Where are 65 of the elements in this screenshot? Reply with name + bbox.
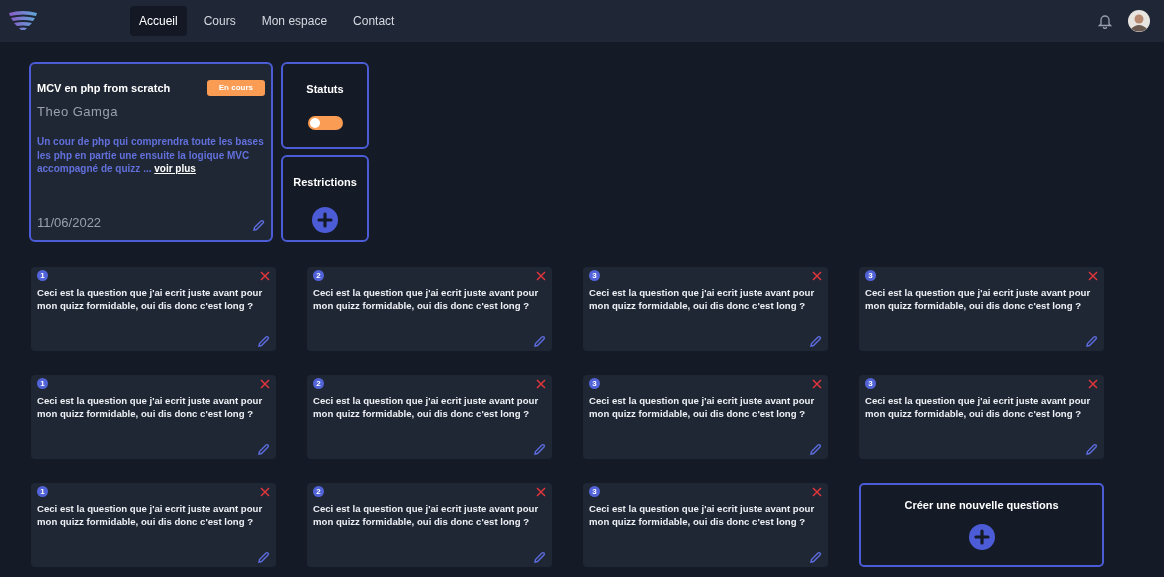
pencil-icon[interactable] [252, 219, 265, 232]
question-number: 1 [37, 270, 48, 281]
question-text: Ceci est la question que j'ai ecrit juste avant pour mon quizz formidable, oui dis donc c'est long ? [37, 502, 264, 528]
nav-link[interactable]: Contact [344, 6, 404, 36]
pencil-icon[interactable] [257, 335, 270, 348]
new-question-card[interactable]: Créer une nouvelle questions [859, 483, 1104, 567]
course-title: MCV en php from scratch [37, 81, 171, 96]
add-icon[interactable] [312, 206, 338, 233]
close-icon[interactable] [812, 378, 822, 389]
question-number: 3 [589, 270, 600, 281]
pencil-icon[interactable] [257, 443, 270, 456]
question-number: 3 [865, 378, 876, 389]
question-text: Ceci est la question que j'ai ecrit juste avant pour mon quizz formidable, oui dis donc c'est long ? [589, 502, 816, 528]
question-number: 2 [313, 486, 324, 497]
course-date: 11/06/2022 [37, 213, 102, 232]
logo-icon [8, 11, 38, 31]
question-number: 3 [865, 270, 876, 281]
pencil-icon[interactable] [1085, 443, 1098, 456]
question-number: 2 [313, 270, 324, 281]
pencil-icon[interactable] [533, 335, 546, 348]
question-text: Ceci est la question que j'ai ecrit juste avant pour mon quizz formidable, oui dis donc c'est long ? [589, 286, 816, 312]
close-icon[interactable] [536, 270, 546, 281]
question-text: Ceci est la question que j'ai ecrit juste avant pour mon quizz formidable, oui dis donc c'est long ? [313, 394, 540, 420]
question-text: Ceci est la question que j'ai ecrit juste avant pour mon quizz formidable, oui dis donc c'est long ? [865, 286, 1092, 312]
pencil-icon[interactable] [533, 551, 546, 564]
card-title: Restrictions [293, 175, 357, 190]
bell-icon[interactable] [1098, 13, 1112, 29]
question-number: 1 [37, 486, 48, 497]
close-icon[interactable] [260, 486, 270, 497]
course-description: Un cour de php qui comprendra toute les bases les php en partie une ensuite la logique MVC accompagné de quizz ... voir plus [37, 135, 265, 176]
close-icon[interactable] [1088, 378, 1098, 389]
close-icon[interactable] [260, 378, 270, 389]
pencil-icon[interactable] [533, 443, 546, 456]
question-text: Ceci est la question que j'ai ecrit juste avant pour mon quizz formidable, oui dis donc c'est long ? [37, 394, 264, 420]
pencil-icon[interactable] [809, 443, 822, 456]
question-number: 3 [589, 486, 600, 497]
nav-link[interactable]: Mon espace [252, 6, 337, 36]
add-icon[interactable] [968, 523, 995, 550]
close-icon[interactable] [812, 486, 822, 497]
nav-link[interactable]: Accueil [130, 6, 187, 36]
question-number: 2 [313, 378, 324, 389]
pencil-icon[interactable] [257, 551, 270, 564]
card-title: Créer une nouvelle questions [904, 498, 1059, 513]
question-text: Ceci est la question que j'ai ecrit juste avant pour mon quizz formidable, oui dis donc c'est long ? [313, 286, 540, 312]
question-text: Ceci est la question que j'ai ecrit juste avant pour mon quizz formidable, oui dis donc c'est long ? [589, 394, 816, 420]
question-number: 1 [37, 378, 48, 389]
nav-link[interactable]: Cours [194, 6, 245, 36]
close-icon[interactable] [812, 270, 822, 281]
close-icon[interactable] [1088, 270, 1098, 281]
pencil-icon[interactable] [1085, 335, 1098, 348]
question-text: Ceci est la question que j'ai ecrit juste avant pour mon quizz formidable, oui dis donc c'est long ? [865, 394, 1092, 420]
status-badge: En cours [206, 80, 265, 97]
card-title: Statuts [306, 82, 344, 97]
avatar-icon[interactable] [1128, 10, 1150, 32]
question-text: Ceci est la question que j'ai ecrit juste avant pour mon quizz formidable, oui dis donc c'est long ? [313, 502, 540, 528]
more-link[interactable]: voir plus [154, 163, 196, 174]
pencil-icon[interactable] [809, 551, 822, 564]
close-icon[interactable] [536, 486, 546, 497]
course-author: Theo Gamga [37, 102, 119, 121]
pencil-icon[interactable] [809, 335, 822, 348]
close-icon[interactable] [536, 378, 546, 389]
question-number: 3 [589, 378, 600, 389]
close-icon[interactable] [260, 270, 270, 281]
status-toggle[interactable] [307, 115, 343, 130]
question-text: Ceci est la question que j'ai ecrit juste avant pour mon quizz formidable, oui dis donc c'est long ? [37, 286, 264, 312]
